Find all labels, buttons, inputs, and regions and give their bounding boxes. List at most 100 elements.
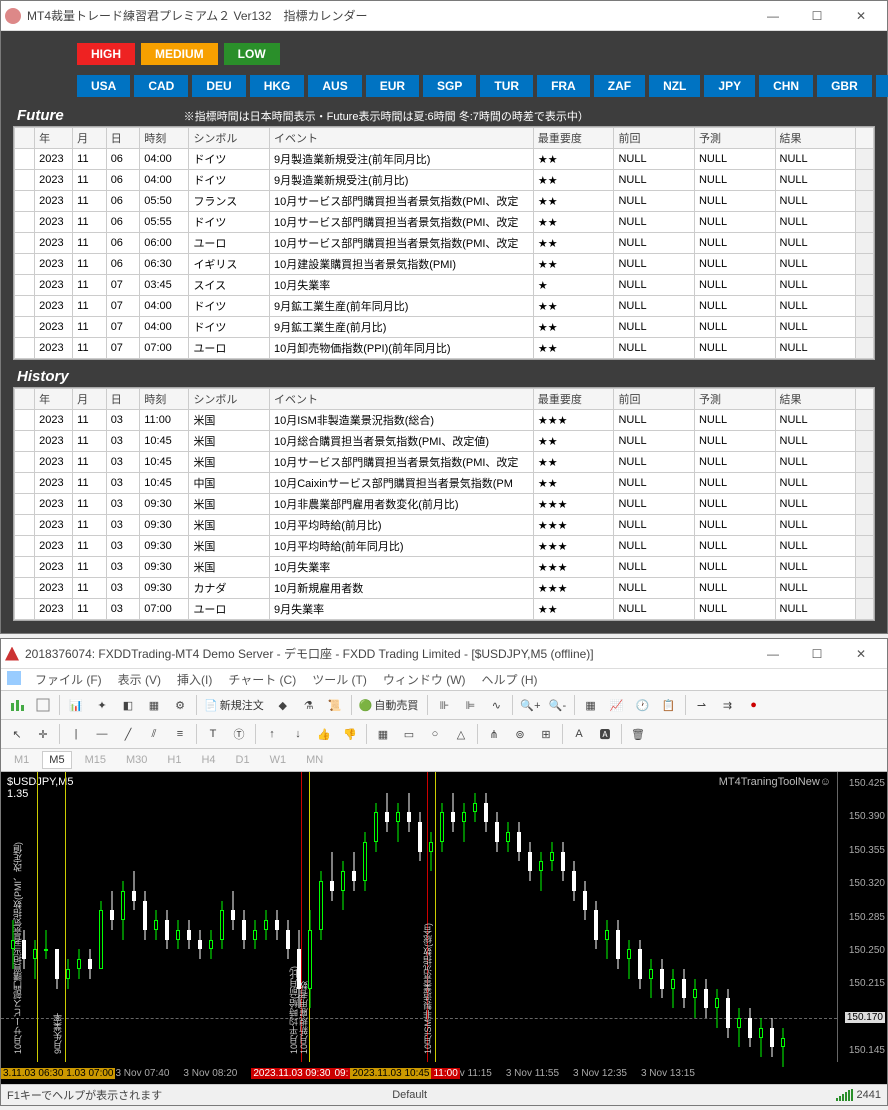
gann-icon[interactable]: ⊞ [534,722,558,746]
col-header[interactable] [15,128,35,149]
scrollbar[interactable] [856,431,874,452]
col-header[interactable]: 前回 [614,389,695,410]
maximize-button[interactable]: ☐ [795,2,839,30]
country-button-aus[interactable]: AUS [308,75,361,97]
text-icon[interactable]: T [201,722,225,746]
triangle-icon[interactable]: △ [449,722,473,746]
timeframe-m5[interactable]: M5 [42,751,71,769]
table-row[interactable]: 2023110707:00 ユーロ10月卸売物価指数(PPI)(前年同月比)★★… [15,338,874,359]
col-header[interactable]: 日 [106,389,140,410]
col-header[interactable]: シンボル [189,389,270,410]
close-button[interactable]: ✕ [839,2,883,30]
scrollbar[interactable] [856,191,874,212]
country-button-eur[interactable]: EUR [366,75,419,97]
timeframe-w1[interactable]: W1 [263,751,294,769]
titlebar[interactable]: MT4裁量トレード練習君プレミアム２ Ver132 指標カレンダー — ☐ ✕ [1,1,887,31]
country-button-chn[interactable]: CHN [759,75,813,97]
zoom-out-icon[interactable]: 🔍- [546,693,570,717]
table-row[interactable]: 2023110605:50 フランス10月サービス部門購買担当者景気指数(PMI… [15,191,874,212]
table-row[interactable]: 2023110307:00 ユーロ9月失業率★★ NULLNULLNULL [15,599,874,620]
menu-item[interactable]: ファイル (F) [35,673,102,687]
chart-area[interactable]: $USDJPY,M5 1.35 MT4TraningToolNew☺ 10月サー… [1,772,887,1084]
delete-icon[interactable]: 🗑 [626,722,650,746]
scrollbar[interactable] [856,170,874,191]
cycle-icon[interactable]: ⊚ [508,722,532,746]
profiles-icon[interactable] [31,693,55,717]
scrollbar[interactable] [856,212,874,233]
strategy-tester-icon[interactable]: ⚙ [168,693,192,717]
menu-item[interactable]: 挿入(I) [177,673,212,687]
scrollbar[interactable] [856,578,874,599]
timeframe-m30[interactable]: M30 [119,751,154,769]
col-header[interactable]: 月 [73,128,107,149]
country-button-deu[interactable]: DEU [192,75,245,97]
rectangle-icon[interactable]: ▭ [397,722,421,746]
timeframe-mn[interactable]: MN [299,751,330,769]
table-row[interactable]: 2023110606:00 ユーロ10月サービス部門購買担当者景気指数(PMI、… [15,233,874,254]
scrollbar[interactable] [856,536,874,557]
ellipse-icon[interactable]: ○ [423,722,447,746]
medium-button[interactable]: MEDIUM [141,43,218,65]
table-row[interactable]: 2023110309:30 カナダ10月新規雇用者数★★★ NULLNULLNU… [15,578,874,599]
candle-chart-icon[interactable]: ⊫ [458,693,482,717]
country-button-gbr[interactable]: GBR [817,75,872,97]
data-window-icon[interactable]: ◧ [116,693,140,717]
menu-item[interactable]: チャート (C) [228,673,296,687]
col-header[interactable]: 時刻 [140,389,189,410]
text-tool-icon[interactable]: A [567,722,591,746]
zoom-in-icon[interactable]: 🔍+ [517,693,543,717]
menu-item[interactable]: ヘルプ (H) [482,673,538,687]
status-profile[interactable]: Default [392,1089,427,1101]
horizontal-line-icon[interactable]: — [90,722,114,746]
autotrading-button[interactable]: 🟢自動売買 [356,693,424,717]
close-button[interactable]: ✕ [839,640,883,668]
country-button-zaf[interactable]: ZAF [594,75,645,97]
table-row[interactable]: 2023110309:30 米国10月平均時給(前年同月比)★★★ NULLNU… [15,536,874,557]
thumbs-down-icon[interactable]: 👎 [338,722,362,746]
mt4-titlebar[interactable]: 2018376074: FXDDTrading-MT4 Demo Server … [1,639,887,669]
timeframe-h4[interactable]: H4 [194,751,222,769]
table-row[interactable]: 2023110311:00 米国10月ISM非製造業景況指数(総合)★★★ NU… [15,410,874,431]
label-tool-icon[interactable]: 🅰 [593,722,617,746]
country-button-fra[interactable]: FRA [537,75,590,97]
col-header[interactable]: 結果 [775,389,856,410]
grid-icon[interactable]: ▦ [371,722,395,746]
text-label-icon[interactable]: Ⓣ [227,722,251,746]
table-row[interactable]: 2023110309:30 米国10月平均時給(前月比)★★★ NULLNULL… [15,515,874,536]
shift-icon[interactable]: ⇀ [690,693,714,717]
metaeditor-icon[interactable]: ◆ [271,693,295,717]
low-button[interactable]: LOW [224,43,280,65]
col-header[interactable]: 年 [35,389,73,410]
line-chart-icon[interactable]: ∿ [484,693,508,717]
periods-icon[interactable]: 🕐 [631,693,655,717]
arrow-up-icon[interactable]: ↑ [260,722,284,746]
col-header[interactable]: 最重要度 [533,128,614,149]
new-order-button[interactable]: 📄新規注文 [201,693,269,717]
col-header[interactable]: イベント [269,389,533,410]
indicators-icon[interactable]: 📈 [605,693,629,717]
col-header[interactable]: シンボル [189,128,270,149]
timeframe-d1[interactable]: D1 [229,751,257,769]
col-header[interactable]: 年 [35,128,73,149]
scrollbar[interactable] [856,149,874,170]
maximize-button[interactable]: ☐ [795,640,839,668]
table-row[interactable]: 2023110703:45 スイス10月失業率★ NULLNULLNULL [15,275,874,296]
country-button-jpy[interactable]: JPY [704,75,755,97]
menu-item[interactable]: ウィンドウ (W) [383,673,466,687]
autoscroll-icon[interactable]: ⇉ [716,693,740,717]
crosshair-icon[interactable]: ✛ [31,722,55,746]
templates-icon[interactable]: 📋 [657,693,681,717]
options-icon[interactable]: ⚗ [297,693,321,717]
table-row[interactable]: 2023110604:00 ドイツ9月製造業新規受注(前月比)★★ NULLNU… [15,170,874,191]
market-watch-icon[interactable]: 📊 [64,693,88,717]
col-header[interactable]: 予測 [694,389,775,410]
scrollbar[interactable] [856,275,874,296]
scrollbar[interactable] [856,233,874,254]
scrollbar[interactable] [856,338,874,359]
arrow-down-icon[interactable]: ↓ [286,722,310,746]
terminal-icon[interactable]: ▦ [142,693,166,717]
table-row[interactable]: 2023110310:45 中国10月Caixinサービス部門購買担当者景気指数… [15,473,874,494]
tile-icon[interactable]: ▦ [579,693,603,717]
table-row[interactable]: 2023110704:00 ドイツ9月鉱工業生産(前月比)★★ NULLNULL… [15,317,874,338]
minimize-button[interactable]: — [751,640,795,668]
